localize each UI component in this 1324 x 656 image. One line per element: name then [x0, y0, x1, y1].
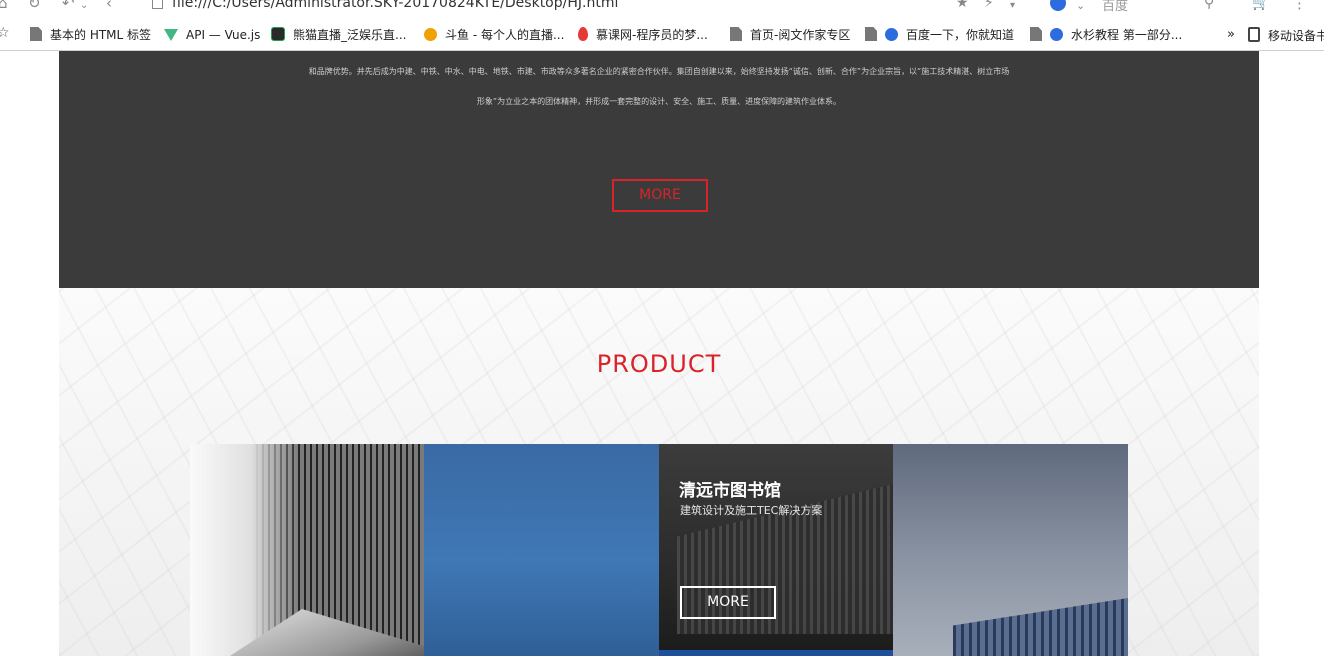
bookmark-item[interactable]: 斗鱼 - 每个人的直播... — [424, 27, 564, 43]
product-tile[interactable] — [424, 444, 659, 656]
vue-icon — [164, 29, 178, 41]
product-tile-featured[interactable]: 清远市图书馆 建筑设计及施工TEC解决方案 MORE — [659, 444, 893, 656]
page-icon — [1030, 27, 1042, 41]
lightning-icon[interactable]: ⚡ — [984, 0, 994, 12]
baidu-icon — [1050, 28, 1063, 41]
intro-text-line: 形象”为立业之本的团体精神，并形成一套完整的设计、安全、施工、质量、进度保障的建… — [476, 97, 842, 106]
intro-more-button[interactable]: MORE — [612, 179, 708, 212]
file-icon — [152, 0, 163, 9]
chevron-down-icon[interactable]: ⌄ — [80, 0, 88, 15]
search-icon[interactable]: ⚲ — [1204, 0, 1214, 12]
page-icon — [730, 27, 742, 41]
star-icon[interactable]: ★ — [956, 0, 969, 12]
douyu-icon — [424, 28, 437, 41]
menu-icon[interactable]: ⋮ — [1292, 0, 1307, 12]
chevron-down-icon[interactable]: ▾ — [1010, 0, 1015, 15]
baidu-icon[interactable] — [1050, 0, 1066, 11]
back-icon[interactable]: ‹ — [106, 0, 112, 12]
intro-section: 和品牌优势。并先后成为中建、中铁、中水、中电、地铁、市建、市政等众多著名企业的紧… — [59, 51, 1259, 288]
bookmark-item[interactable]: 水杉教程 第一部分... — [1030, 27, 1182, 43]
glass-building-image — [953, 594, 1128, 656]
product-tile[interactable] — [893, 444, 1128, 656]
url-field[interactable]: file:///C:/Users/Administrator.SKY-20170… — [172, 0, 618, 11]
panda-icon — [271, 27, 285, 41]
undo-icon[interactable]: ↶ — [62, 0, 75, 12]
page-icon — [30, 27, 42, 41]
page-icon — [865, 27, 877, 41]
bookmark-item[interactable]: 移动设备书 — [1248, 27, 1324, 43]
cart-icon[interactable]: 🛒 — [1252, 0, 1269, 12]
bookmark-item[interactable]: 百度一下，你就知道 — [865, 27, 1014, 43]
browser-address-bar: ⌂ ↻ ↶ ⌄ ‹ file:///C:/Users/Administrator… — [0, 0, 1324, 19]
mooc-icon — [578, 27, 588, 41]
product-title: 清远市图书馆 — [679, 481, 781, 501]
device-icon — [1248, 27, 1260, 42]
bookmarks-overflow-button[interactable]: » — [1227, 27, 1235, 43]
search-engine-label[interactable]: 百度 — [1102, 0, 1128, 14]
section-title: PRODUCT — [596, 350, 722, 378]
baidu-icon — [885, 28, 898, 41]
product-section: PRODUCT 清远市图书馆 建筑设计及施工TEC解决方案 MORE — [59, 288, 1259, 656]
bookmark-item[interactable]: API — Vue.js — [164, 27, 260, 43]
intro-text-line: 和品牌优势。并先后成为中建、中铁、中水、中电、地铁、市建、市政等众多著名企业的紧… — [308, 67, 1010, 76]
star-outline-icon[interactable]: ☆ — [0, 25, 10, 41]
product-tile[interactable] — [190, 444, 424, 656]
tile-accent-strip — [659, 650, 893, 656]
bookmarks-bar: ☆ 基本的 HTML 标签 API — Vue.js 熊猫直播_泛娱乐直... … — [0, 20, 1324, 51]
chevron-down-icon[interactable]: ⌄ — [1076, 0, 1085, 15]
bookmark-item[interactable]: 慕课网-程序员的梦... — [578, 27, 708, 43]
product-more-button[interactable]: MORE — [680, 586, 776, 619]
bookmark-item[interactable]: 基本的 HTML 标签 — [30, 27, 151, 43]
product-subtitle: 建筑设计及施工TEC解决方案 — [680, 504, 823, 517]
refresh-icon[interactable]: ↻ — [28, 0, 41, 12]
home-icon[interactable]: ⌂ — [0, 0, 8, 12]
bookmark-item[interactable]: 首页-阅文作家专区 — [730, 27, 850, 43]
bookmark-item[interactable]: 熊猫直播_泛娱乐直... — [271, 27, 406, 43]
